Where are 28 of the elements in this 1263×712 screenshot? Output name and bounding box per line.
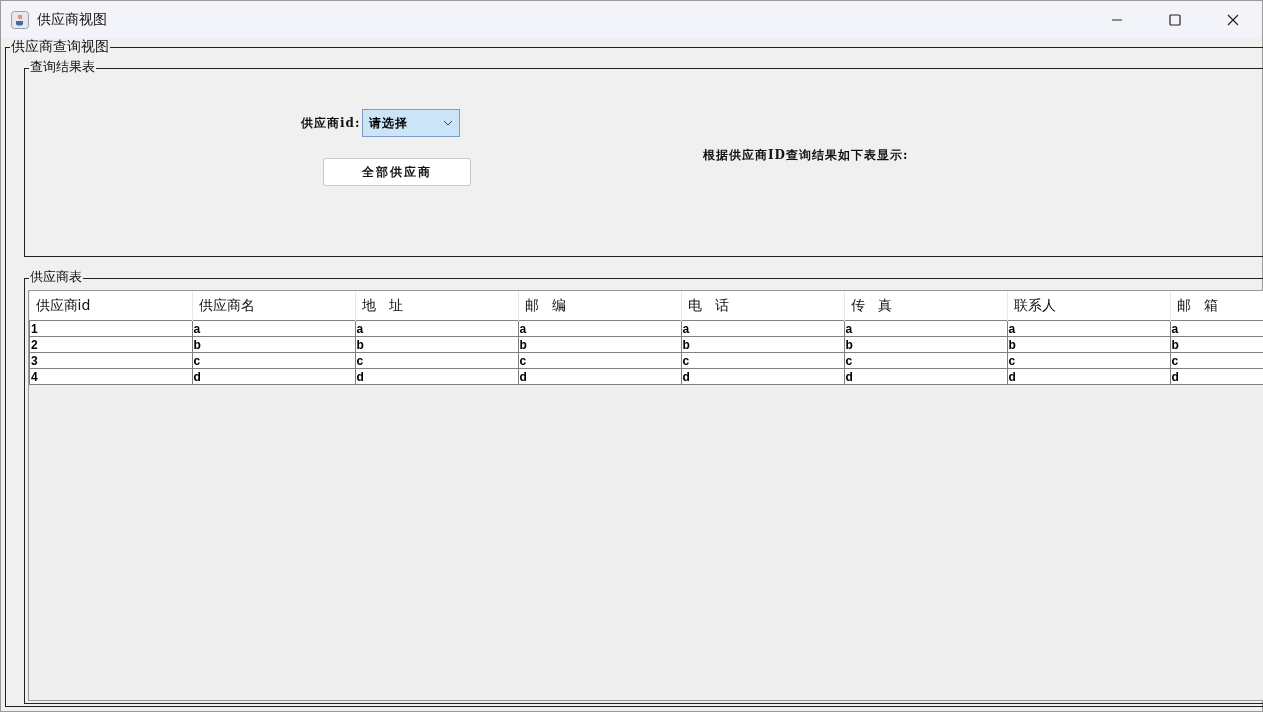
field-label: 供应商id:	[301, 114, 361, 132]
all-suppliers-button[interactable]: 全部供应商	[323, 158, 471, 186]
column-header[interactable]: 供应商名	[192, 291, 355, 321]
panel-title: 供应商表	[29, 269, 83, 285]
panel-title: 查询结果表	[29, 59, 96, 75]
column-header[interactable]: 邮 编	[518, 291, 681, 321]
column-header[interactable]: 联系人	[1007, 291, 1170, 321]
table-cell: a	[681, 320, 844, 337]
window-title: 供应商视图	[37, 10, 107, 29]
maximize-icon	[1169, 13, 1181, 26]
table-cell: a	[1007, 320, 1170, 337]
column-header[interactable]: 供应商id	[29, 291, 192, 321]
table-cell: a	[355, 320, 518, 337]
column-header[interactable]: 地 址	[355, 291, 518, 321]
table-cell: a	[844, 320, 1007, 337]
column-header[interactable]: 电 话	[681, 291, 844, 321]
table-cell: a	[1170, 320, 1263, 337]
column-header[interactable]: 邮 箱	[1170, 291, 1263, 321]
close-icon	[1227, 13, 1239, 26]
table-cell: 1	[29, 320, 192, 337]
table-cell: a	[518, 320, 681, 337]
chevron-down-icon	[443, 120, 454, 126]
column-header[interactable]: 传 真	[844, 291, 1007, 321]
supplier-id-dropdown[interactable]: 请选择	[362, 109, 461, 137]
coffee-cup-icon	[11, 10, 29, 29]
result-caption: 根据供应商ID查询结果如下表显示:	[703, 147, 909, 164]
table-cell: a	[192, 320, 355, 337]
panel-title: 供应商查询视图	[10, 38, 110, 54]
